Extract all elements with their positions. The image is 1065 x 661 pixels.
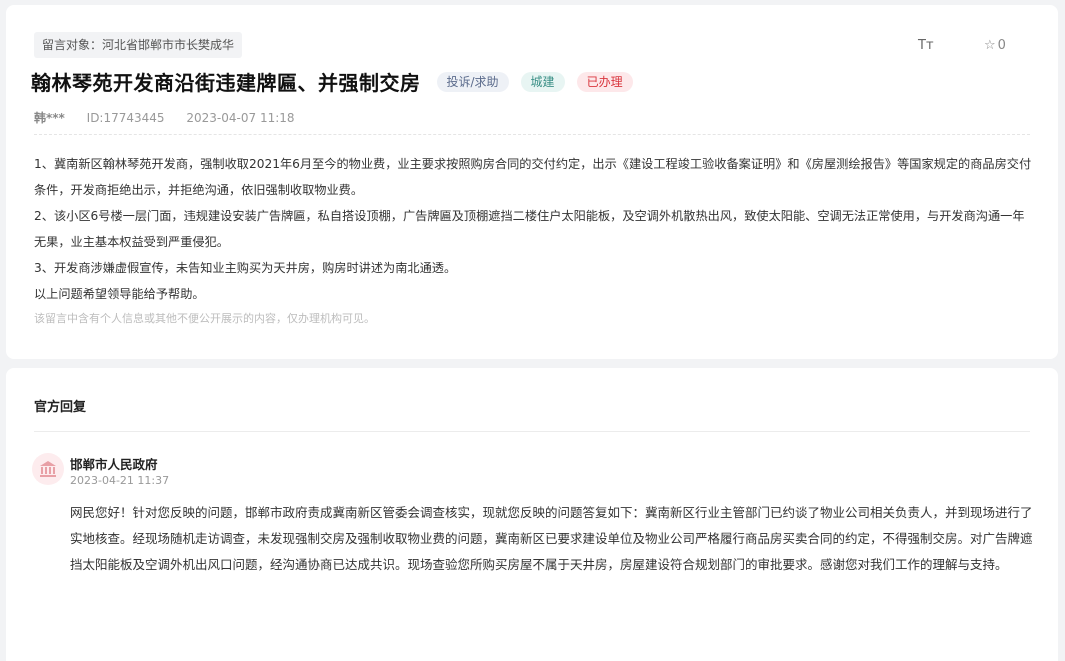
org-avatar (32, 453, 64, 485)
message-title: 翰林琴苑开发商沿街违建牌匾、并强制交房 (31, 71, 421, 95)
message-id: ID:17743445 (86, 111, 165, 125)
content-paragraph: 以上问题希望领导能给予帮助。 (34, 287, 205, 301)
reply-section-title: 官方回复 (34, 400, 87, 415)
government-building-icon (40, 461, 56, 477)
divider (34, 134, 1030, 135)
reply-card: 官方回复 邯郸市人民政府 2023-04-21 11:37 网民您好！针对您反映… (6, 368, 1058, 661)
status-badge: 已办理 (576, 71, 633, 92)
tag-field: 城建 (520, 71, 565, 92)
content-paragraph: 3、开发商涉嫌虚假宣传，未告知业主购买为天井房，购房时讲述为南北通透。 (34, 261, 457, 275)
author-name: 韩*** (34, 111, 65, 125)
font-size-icon: Tт (918, 38, 934, 53)
org-name: 邯郸市人民政府 (70, 457, 158, 472)
star-icon: ☆ (984, 38, 996, 53)
message-content: 1、冀南新区翰林琴苑开发商，强制收取2021年6月至今的物业费，业主要求按照购房… (34, 151, 1034, 307)
divider (34, 431, 1030, 432)
title-row: 翰林琴苑开发商沿街违建牌匾、并强制交房 投诉/求助 城建 已办理 (31, 67, 633, 96)
favorite-button[interactable]: ☆ 0 (984, 38, 1006, 53)
privacy-note: 该留言中含有个人信息或其他不便公开展示的内容，仅办理机构可见。 (34, 312, 375, 325)
message-meta: 韩*** ID:17743445 2023-04-07 11:18 (34, 109, 313, 126)
message-target-label: 留言对象：河北省邯郸市市长樊成华 (34, 32, 243, 58)
favorite-count: 0 (997, 38, 1006, 53)
tag-type: 投诉/求助 (436, 71, 509, 92)
reply-datetime: 2023-04-21 11:37 (70, 474, 170, 487)
reply-body: 网民您好！针对您反映的问题，邯郸市政府责成冀南新区管委会调查核实，现就您反映的问… (70, 505, 1033, 572)
content-paragraph: 2、该小区6号楼一层门面，违规建设安装广告牌匾，私自搭设顶棚，广告牌匾及顶棚遮挡… (34, 209, 1025, 249)
message-datetime: 2023-04-07 11:18 (186, 111, 295, 125)
content-paragraph: 1、冀南新区翰林琴苑开发商，强制收取2021年6月至今的物业费，业主要求按照购房… (34, 157, 1032, 197)
message-card: 留言对象：河北省邯郸市市长樊成华 Tт ☆ 0 翰林琴苑开发商沿街违建牌匾、并强制… (6, 5, 1058, 359)
font-size-button[interactable]: Tт (918, 38, 934, 53)
